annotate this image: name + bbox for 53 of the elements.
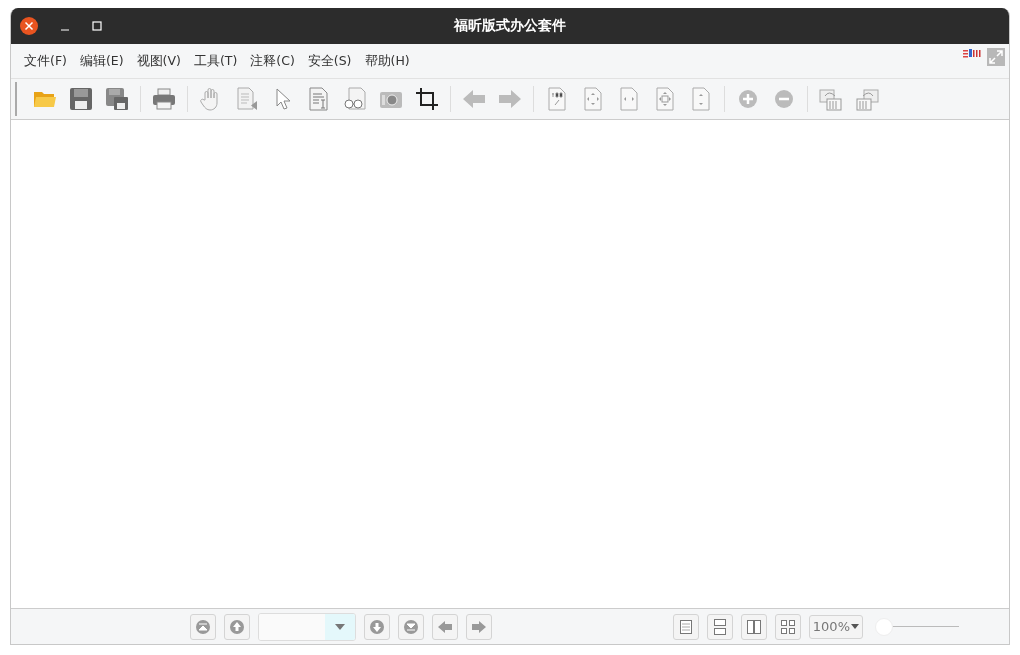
first-button[interactable] xyxy=(190,613,216,640)
close-icon[interactable] xyxy=(20,17,38,35)
text-document-icon[interactable] xyxy=(307,87,331,111)
crop-icon[interactable] xyxy=(415,87,439,111)
menu-item[interactable]: 文件(F) xyxy=(23,52,75,70)
first-page-icon xyxy=(195,618,211,635)
menu-item[interactable]: 帮助(H) xyxy=(363,52,418,70)
facing-continuous-view-button[interactable] xyxy=(774,613,801,640)
menu-item[interactable]: 安全(S) xyxy=(306,52,360,70)
dropdown-caret-icon xyxy=(851,624,859,629)
back-button[interactable] xyxy=(432,613,458,640)
left-arrow-icon[interactable] xyxy=(462,87,486,111)
document-arrow-icon[interactable] xyxy=(235,87,259,111)
slider-thumb[interactable] xyxy=(875,617,893,636)
continuous-pages-icon xyxy=(711,618,728,635)
continuous-view-button[interactable] xyxy=(706,613,733,640)
fullscreen-icon[interactable] xyxy=(987,48,1005,66)
window-title: 福昕版式办公套件 xyxy=(454,17,566,35)
printer-icon[interactable] xyxy=(152,87,176,111)
page-fit-icon[interactable] xyxy=(581,87,605,111)
rotate-right-icon[interactable] xyxy=(819,87,843,111)
page-percent-icon[interactable] xyxy=(545,87,569,111)
menu-item[interactable]: 视图(V) xyxy=(135,52,189,70)
ribbon-icon[interactable] xyxy=(963,48,981,60)
menu-item[interactable]: 编辑(E) xyxy=(78,52,132,70)
floppy-disks-icon[interactable] xyxy=(105,87,129,111)
right-arrow-icon[interactable] xyxy=(498,87,522,111)
maximize-icon[interactable] xyxy=(92,21,102,31)
zoom-slider[interactable] xyxy=(875,617,959,636)
page-height-icon[interactable] xyxy=(689,87,713,111)
last-button[interactable] xyxy=(398,613,424,640)
left-arrow-icon xyxy=(437,618,453,635)
document-glasses-icon[interactable] xyxy=(343,87,367,111)
zoom-dropdown[interactable]: 100% xyxy=(808,614,863,639)
zoom-out-icon[interactable] xyxy=(772,87,796,111)
rotate-left-icon[interactable] xyxy=(855,87,879,111)
right-arrow-icon xyxy=(471,618,487,635)
page-visible-icon[interactable] xyxy=(653,87,677,111)
single-view-button[interactable] xyxy=(672,613,699,640)
page-number-field[interactable] xyxy=(258,612,356,641)
zoom-in-icon[interactable] xyxy=(736,87,760,111)
last-page-icon xyxy=(403,618,419,635)
menu-item[interactable]: 注释(C) xyxy=(249,52,303,70)
single-page-icon xyxy=(677,618,694,635)
dropdown-caret-icon[interactable] xyxy=(335,623,345,630)
forward-button[interactable] xyxy=(466,613,492,640)
next-button[interactable] xyxy=(364,613,390,640)
grid-pages-icon xyxy=(779,618,796,635)
facing-view-button[interactable] xyxy=(740,613,767,640)
page-width-icon[interactable] xyxy=(617,87,641,111)
facing-pages-icon xyxy=(745,618,762,635)
prev-button[interactable] xyxy=(224,613,250,640)
menu-item[interactable]: 工具(T) xyxy=(192,52,246,70)
